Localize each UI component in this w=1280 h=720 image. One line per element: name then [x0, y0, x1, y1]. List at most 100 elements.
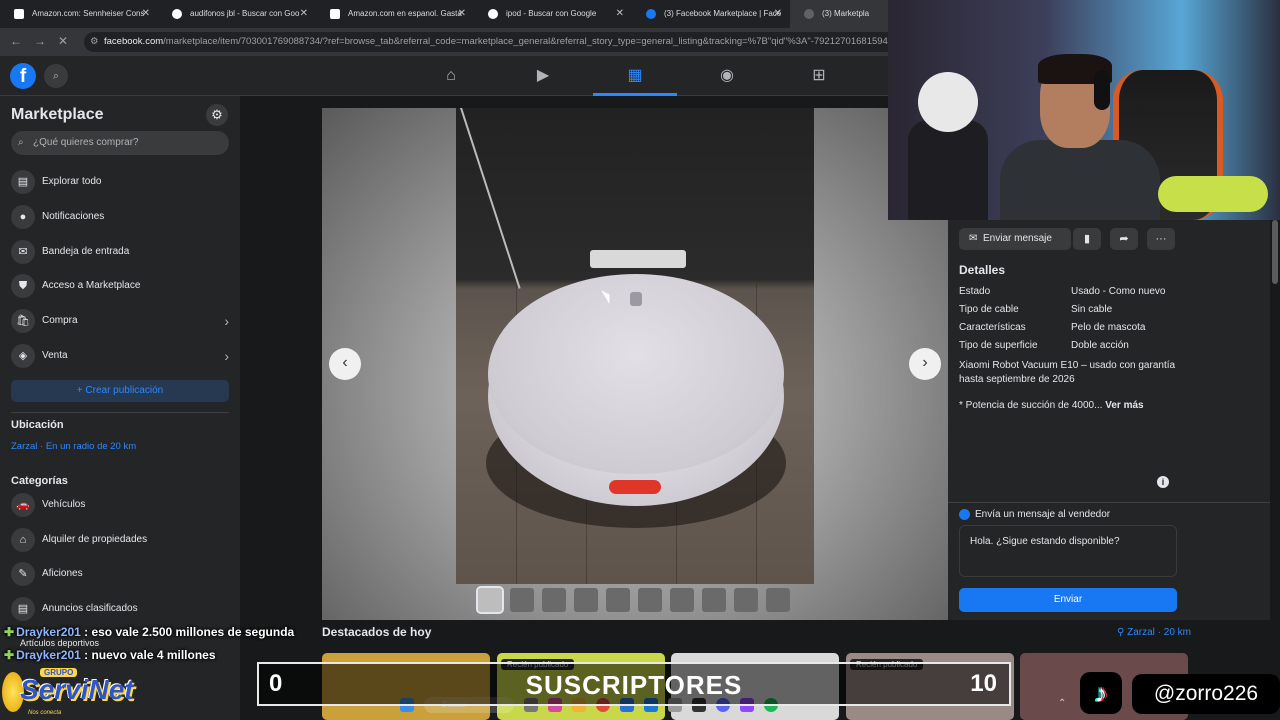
- thumbnail[interactable]: [702, 588, 726, 612]
- chat-message: ✚ Drayker201 : nuevo vale 4 millones: [4, 648, 216, 662]
- listing-details-panel: ✉ Enviar mensaje ▮ ➦ ··· Detalles Estado U…: [948, 220, 1278, 620]
- star-icon: ✚: [4, 648, 15, 662]
- search-icon[interactable]: ⌕: [44, 64, 68, 88]
- close-tab-icon[interactable]: ✕: [142, 0, 150, 28]
- headset: [1094, 70, 1110, 110]
- category-property-rentals[interactable]: ⌂ Alquiler de propiedades: [11, 527, 231, 553]
- message-input[interactable]: Hola. ¿Sigue estando disponible?: [959, 525, 1177, 577]
- close-tab-icon[interactable]: ✕: [458, 0, 466, 28]
- subscribers-goal: 10: [970, 670, 997, 697]
- car-icon: 🚗: [11, 493, 35, 517]
- chat-sub-label: Artículos deportivos: [20, 638, 100, 648]
- nav-gaming-icon[interactable]: ⊞: [777, 56, 861, 96]
- description-more: * Potencia de succión de 4000... Ver más: [959, 400, 1144, 411]
- category-hobbies[interactable]: ✎ Aficiones: [11, 561, 231, 587]
- favicon-icon: [330, 9, 340, 19]
- thumbnail[interactable]: [574, 588, 598, 612]
- browser-tab[interactable]: ipod - Buscar con Google ✕: [474, 0, 632, 28]
- thumbnail[interactable]: [510, 588, 534, 612]
- sidebar-item-notifications[interactable]: ● Notificaciones: [11, 204, 231, 230]
- divider: [948, 502, 1270, 503]
- charging-dock: [590, 250, 686, 268]
- listing-photo: [456, 108, 814, 584]
- listing-photo-viewer: ‹ ›: [322, 108, 948, 620]
- categories-heading: Categorías: [11, 475, 68, 487]
- gear-icon[interactable]: ⚙: [206, 104, 228, 126]
- robot-button: [630, 292, 642, 306]
- nav-home-icon[interactable]: ⌂: [409, 56, 493, 96]
- robot-red-light: [609, 480, 661, 494]
- star-icon: ✚: [4, 625, 15, 639]
- nav-groups-icon[interactable]: ◉: [685, 56, 769, 96]
- category-vehicles[interactable]: 🚗 Vehículos: [11, 492, 231, 518]
- storefront-icon: ▤: [11, 170, 35, 194]
- subscribers-counter: SUSCRIPTORES 0 10: [257, 662, 1011, 706]
- subscribers-label: SUSCRIPTORES: [525, 670, 743, 700]
- tiktok-logo-icon: ♪: [1080, 672, 1122, 714]
- photo-cable: [460, 108, 521, 289]
- shield-icon: ⛊: [11, 274, 35, 298]
- facebook-logo[interactable]: f: [10, 63, 36, 89]
- location-link[interactable]: Zarzal · En un radio de 20 km: [11, 441, 136, 452]
- marketplace-search-input[interactable]: ⌕ ¿Qué quieres comprar?: [11, 131, 229, 155]
- thumbnail[interactable]: [542, 588, 566, 612]
- close-tab-icon[interactable]: ✕: [300, 0, 308, 28]
- microphone: [1158, 176, 1268, 212]
- thumbnail[interactable]: [734, 588, 758, 612]
- listing-description: Xiaomi Robot Vacuum E10 – usado con gara…: [959, 360, 1176, 385]
- send-message-button[interactable]: ✉ Enviar mensaje: [959, 228, 1071, 250]
- site-info-icon[interactable]: ⚙: [90, 32, 99, 52]
- nav-marketplace-icon[interactable]: ▦: [593, 56, 677, 96]
- sidebar-item-marketplace-access[interactable]: ⛊ Acceso a Marketplace: [11, 273, 231, 299]
- info-icon[interactable]: i: [1157, 476, 1169, 488]
- brush-icon: ✎: [11, 562, 35, 586]
- category-classifieds[interactable]: ▤ Anuncios clasificados: [11, 596, 231, 622]
- chevron-up-icon[interactable]: ⌃: [1058, 698, 1066, 709]
- stop-loading-icon[interactable]: ✕: [58, 34, 68, 48]
- messenger-icon: ✉: [969, 233, 978, 244]
- sidebar-item-selling[interactable]: ◈ Venta ›: [11, 343, 231, 369]
- back-arrow-icon[interactable]: ←: [10, 34, 22, 48]
- subscribers-start: 0: [269, 670, 283, 697]
- search-icon: ⌕: [18, 137, 24, 148]
- skull-figure: [918, 72, 978, 132]
- message-seller-label: Envía un mensaje al vendedor: [975, 509, 1111, 520]
- location-heading: Ubicación: [11, 419, 64, 431]
- next-photo-button[interactable]: ›: [909, 348, 941, 380]
- messenger-icon: [959, 509, 970, 520]
- favicon-icon: [172, 9, 182, 19]
- thumbnail-strip: [476, 586, 798, 616]
- sidebar-title: Marketplace: [11, 106, 104, 123]
- thumbnail[interactable]: [766, 588, 790, 612]
- sidebar-item-browse-all[interactable]: ▤ Explorar todo: [11, 169, 231, 195]
- see-more-link[interactable]: Ver más: [1105, 400, 1143, 411]
- more-options-icon[interactable]: ···: [1147, 228, 1175, 250]
- thumbnail[interactable]: [670, 588, 694, 612]
- scrollbar[interactable]: [1272, 220, 1278, 284]
- featured-heading: Destacados de hoy: [322, 625, 432, 639]
- browser-tab[interactable]: (3) Facebook Marketplace | Face ✕: [632, 0, 790, 28]
- nav-watch-icon[interactable]: ▶: [501, 56, 585, 96]
- thumbnail[interactable]: [476, 586, 504, 614]
- create-listing-button[interactable]: + Crear publicación: [11, 380, 229, 402]
- close-tab-icon[interactable]: ✕: [774, 0, 782, 28]
- sidebar-item-buying[interactable]: 🛍 Compra ›: [11, 308, 231, 334]
- thumbnail[interactable]: [638, 588, 662, 612]
- previous-photo-button[interactable]: ‹: [329, 348, 361, 380]
- save-bookmark-icon[interactable]: ▮: [1073, 228, 1101, 250]
- browser-tab[interactable]: Amazon.com: Sennheiser Cons ✕: [0, 0, 158, 28]
- send-button[interactable]: Enviar: [959, 588, 1177, 612]
- browser-tab[interactable]: Amazon.com en espanol. Gasta ✕: [316, 0, 474, 28]
- browser-tab[interactable]: audifonos jbl - Buscar con Goo ✕: [158, 0, 316, 28]
- servinet-logo: GRUPO ServiNet Nos conecta: [0, 664, 160, 720]
- tag-icon: ◈: [11, 344, 35, 368]
- thumbnail[interactable]: [606, 588, 630, 612]
- forward-arrow-icon[interactable]: →: [34, 34, 46, 48]
- favicon-icon: [488, 9, 498, 19]
- share-icon[interactable]: ➦: [1110, 228, 1138, 250]
- close-tab-icon[interactable]: ✕: [616, 0, 624, 28]
- sidebar-item-inbox[interactable]: ✉ Bandeja de entrada: [11, 239, 231, 265]
- chat-message: ✚ Drayker201 : eso vale 2.500 millones de…: [4, 625, 295, 639]
- featured-location-link[interactable]: ⚲ Zarzal · 20 km: [1117, 627, 1191, 638]
- shopping-bag-icon: 🛍: [11, 309, 35, 333]
